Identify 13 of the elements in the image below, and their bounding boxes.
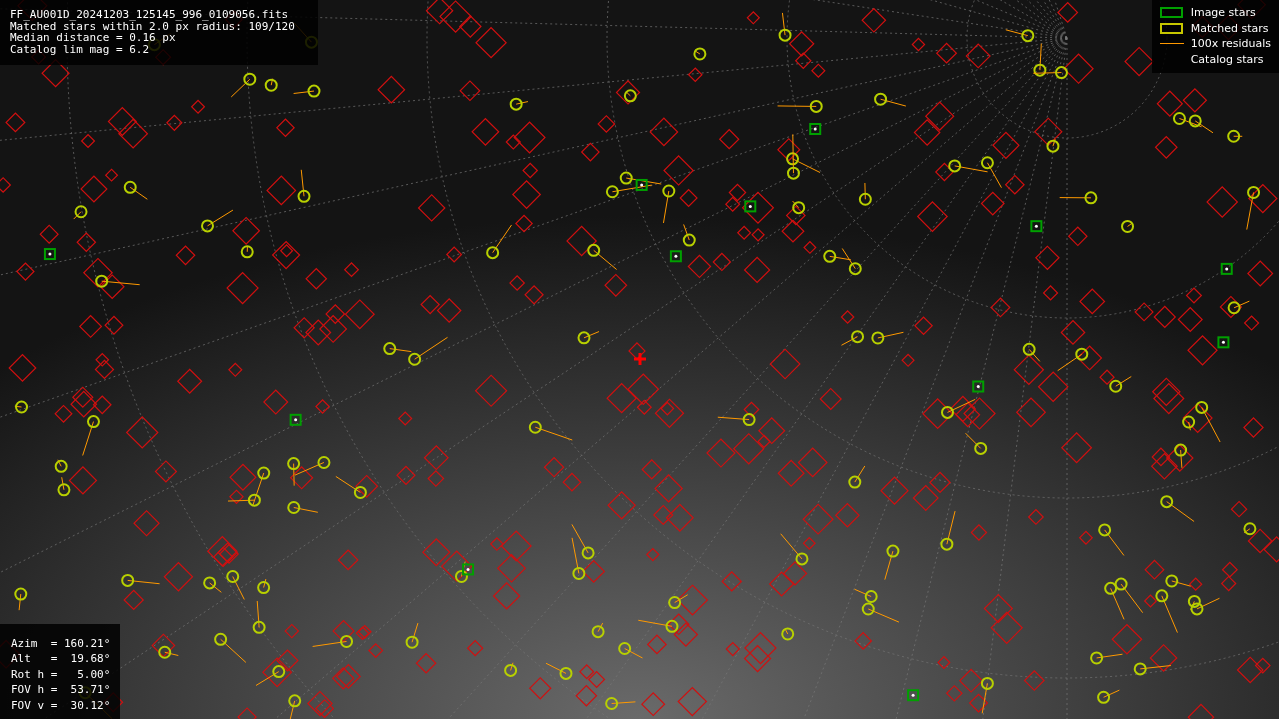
pointing-text: Alt = 19.68°: [11, 651, 111, 667]
legend-label: 100x residuals: [1190, 37, 1271, 51]
legend-label: Matched stars: [1190, 21, 1269, 35]
pointing-text: FOV v = 30.12°: [11, 697, 111, 713]
pointing-text: Azim = 160.21°: [11, 635, 111, 651]
info-text: Median distance = 0.16 px: [10, 32, 176, 44]
legend-label: Image stars: [1190, 6, 1256, 20]
info-text: Catalog lim mag = 6.2: [10, 43, 151, 55]
info-text: FF_AU001D_20241203_125145_996_0109056.fits: [10, 9, 290, 21]
info-text: Matched stars within 2.0 px radius: 109/120: [10, 20, 296, 32]
pointing-text: FOV h = 53.71°: [11, 682, 111, 698]
pointing-text: Rot h = 5.00°: [11, 666, 111, 682]
legend-label: Catalog stars: [1190, 52, 1264, 66]
